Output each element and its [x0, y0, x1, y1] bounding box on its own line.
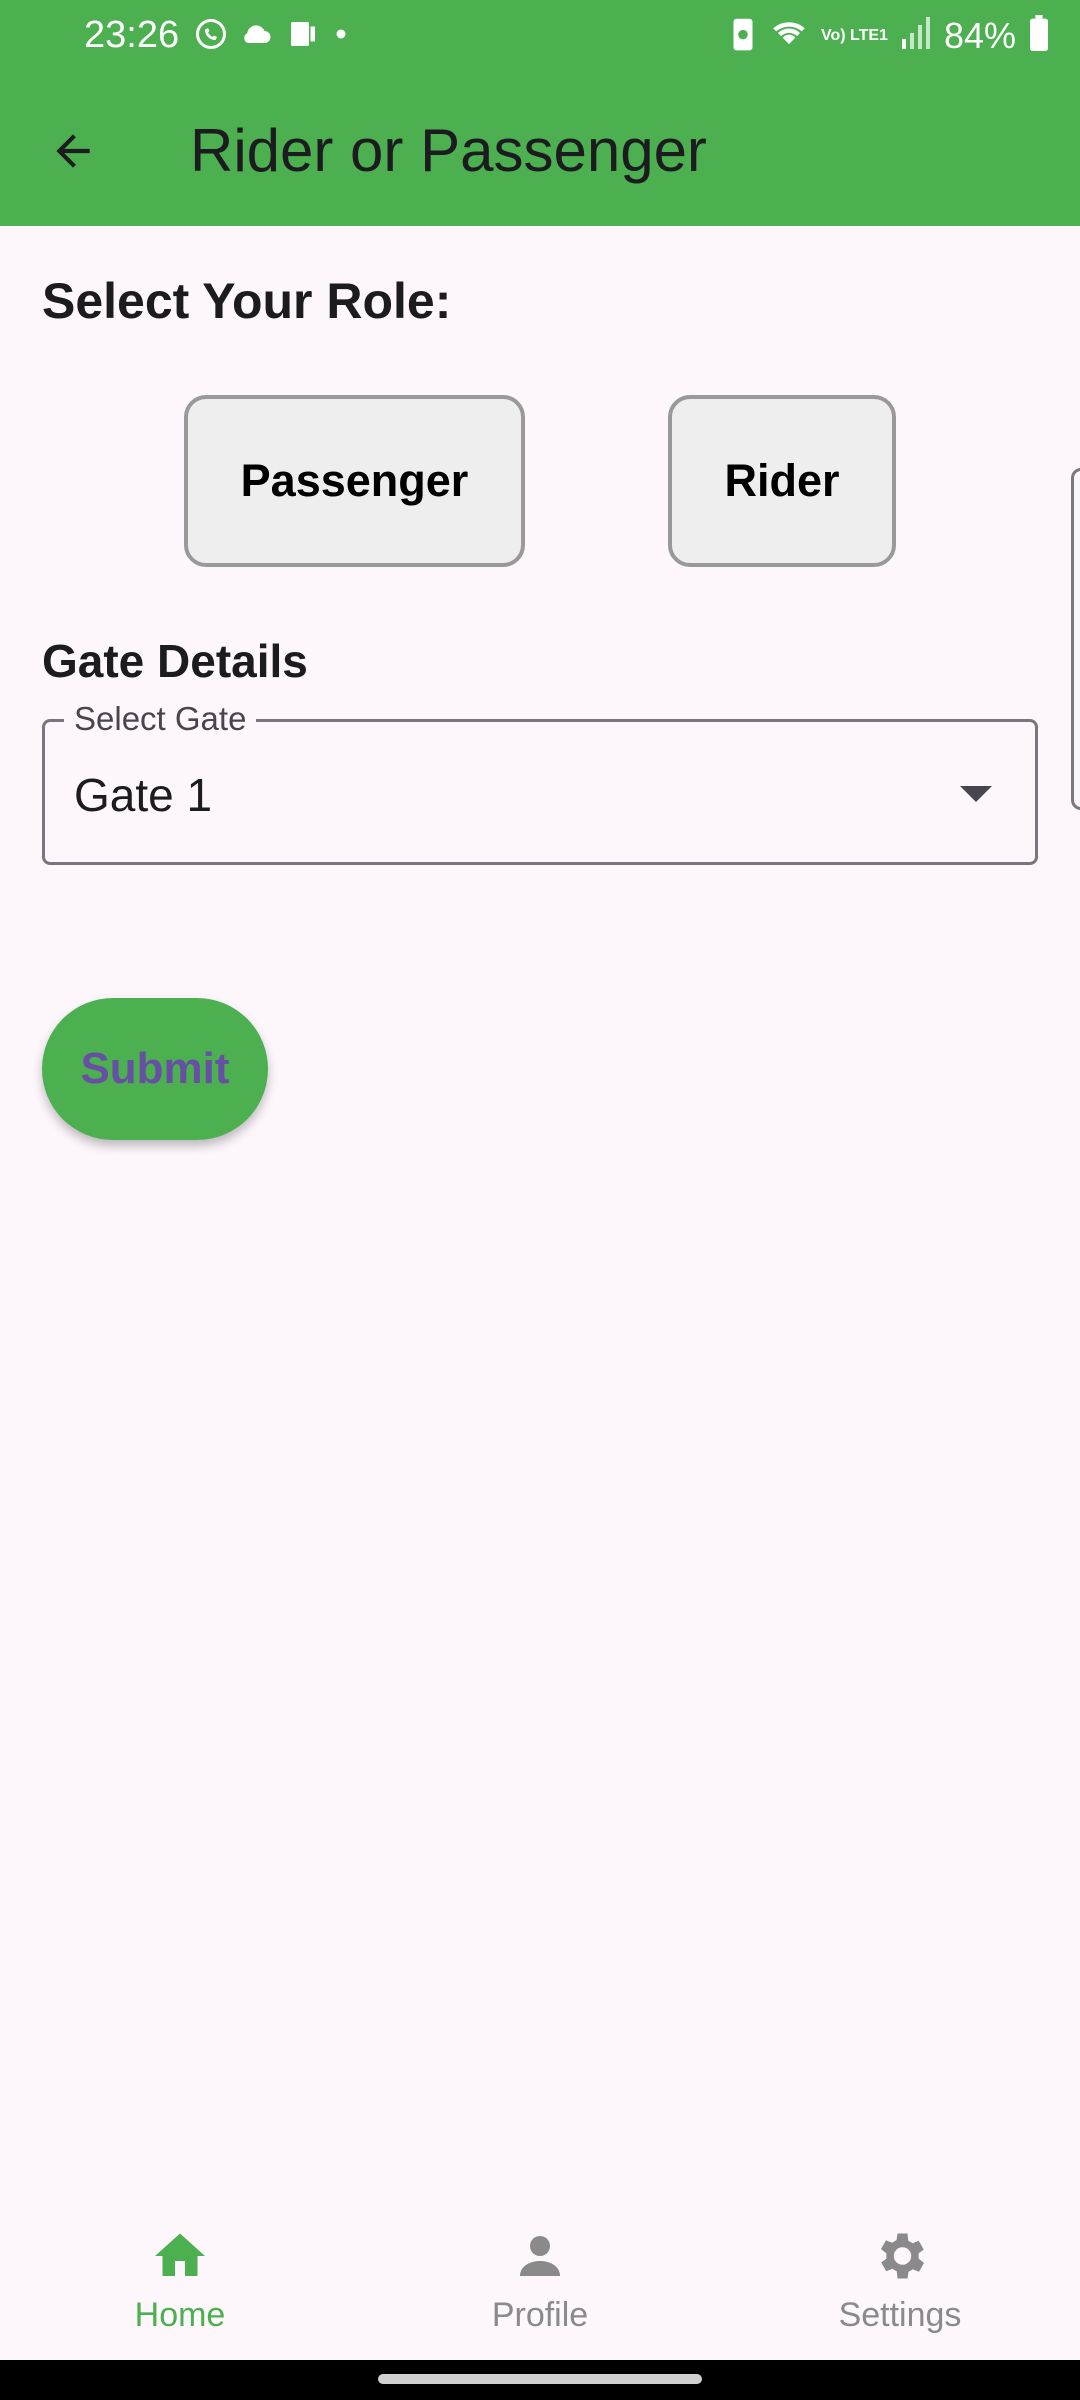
gate-select-label: Select Gate	[64, 700, 257, 738]
volte-icon: Vo) LTE1	[820, 26, 888, 44]
role-heading: Select Your Role:	[42, 273, 452, 329]
status-icons-right: Vo) LTE1 84%	[729, 14, 1050, 57]
back-button[interactable]	[40, 118, 106, 184]
home-icon	[155, 2233, 205, 2276]
passenger-button[interactable]: Passenger	[184, 395, 525, 567]
submit-label: Submit	[80, 1044, 230, 1093]
status-icons-left	[193, 16, 351, 57]
page-title: Rider or Passenger	[190, 117, 707, 184]
passenger-label: Passenger	[240, 455, 469, 506]
system-nav-area	[0, 2360, 1080, 2400]
cloud-icon	[239, 16, 275, 57]
battery-percentage: 84%	[943, 14, 1016, 56]
gate-details-heading: Gate Details	[42, 635, 308, 687]
nav-item-home[interactable]: Home	[60, 2226, 300, 2335]
nav-item-settings[interactable]: Settings	[780, 2226, 1020, 2335]
wifi-icon	[769, 14, 809, 57]
nav-label-home: Home	[134, 2296, 226, 2334]
rider-label: Rider	[724, 455, 840, 506]
signal-icon	[900, 15, 932, 56]
app-bar: Rider or Passenger	[0, 76, 1080, 226]
rider-button[interactable]: Rider	[668, 395, 896, 567]
dot-icon	[331, 16, 351, 57]
whatsapp-icon	[193, 16, 229, 57]
dropdown-arrow-icon[interactable]	[956, 782, 996, 806]
nav-item-profile[interactable]: Profile	[420, 2226, 660, 2335]
gear-icon	[881, 2233, 924, 2279]
battery-icon	[1028, 15, 1050, 56]
status-bar: 23:26 Vo) LTE1 84%	[0, 0, 1080, 76]
gesture-handle[interactable]	[378, 2374, 702, 2384]
device-icon	[285, 16, 321, 57]
battery-saver-icon	[729, 14, 757, 57]
status-time: 23:26	[84, 14, 180, 56]
nav-label-profile: Profile	[491, 2296, 589, 2334]
gate-select-value: Gate 1	[74, 769, 213, 821]
person-icon	[520, 2236, 560, 2276]
submit-button[interactable]: Submit	[42, 998, 268, 1140]
nav-label-settings: Settings	[838, 2296, 962, 2334]
offscreen-card-edge	[1071, 468, 1080, 810]
back-arrow-icon	[56, 134, 90, 168]
bottom-navigation: Home Profile Settings	[0, 2206, 1080, 2360]
